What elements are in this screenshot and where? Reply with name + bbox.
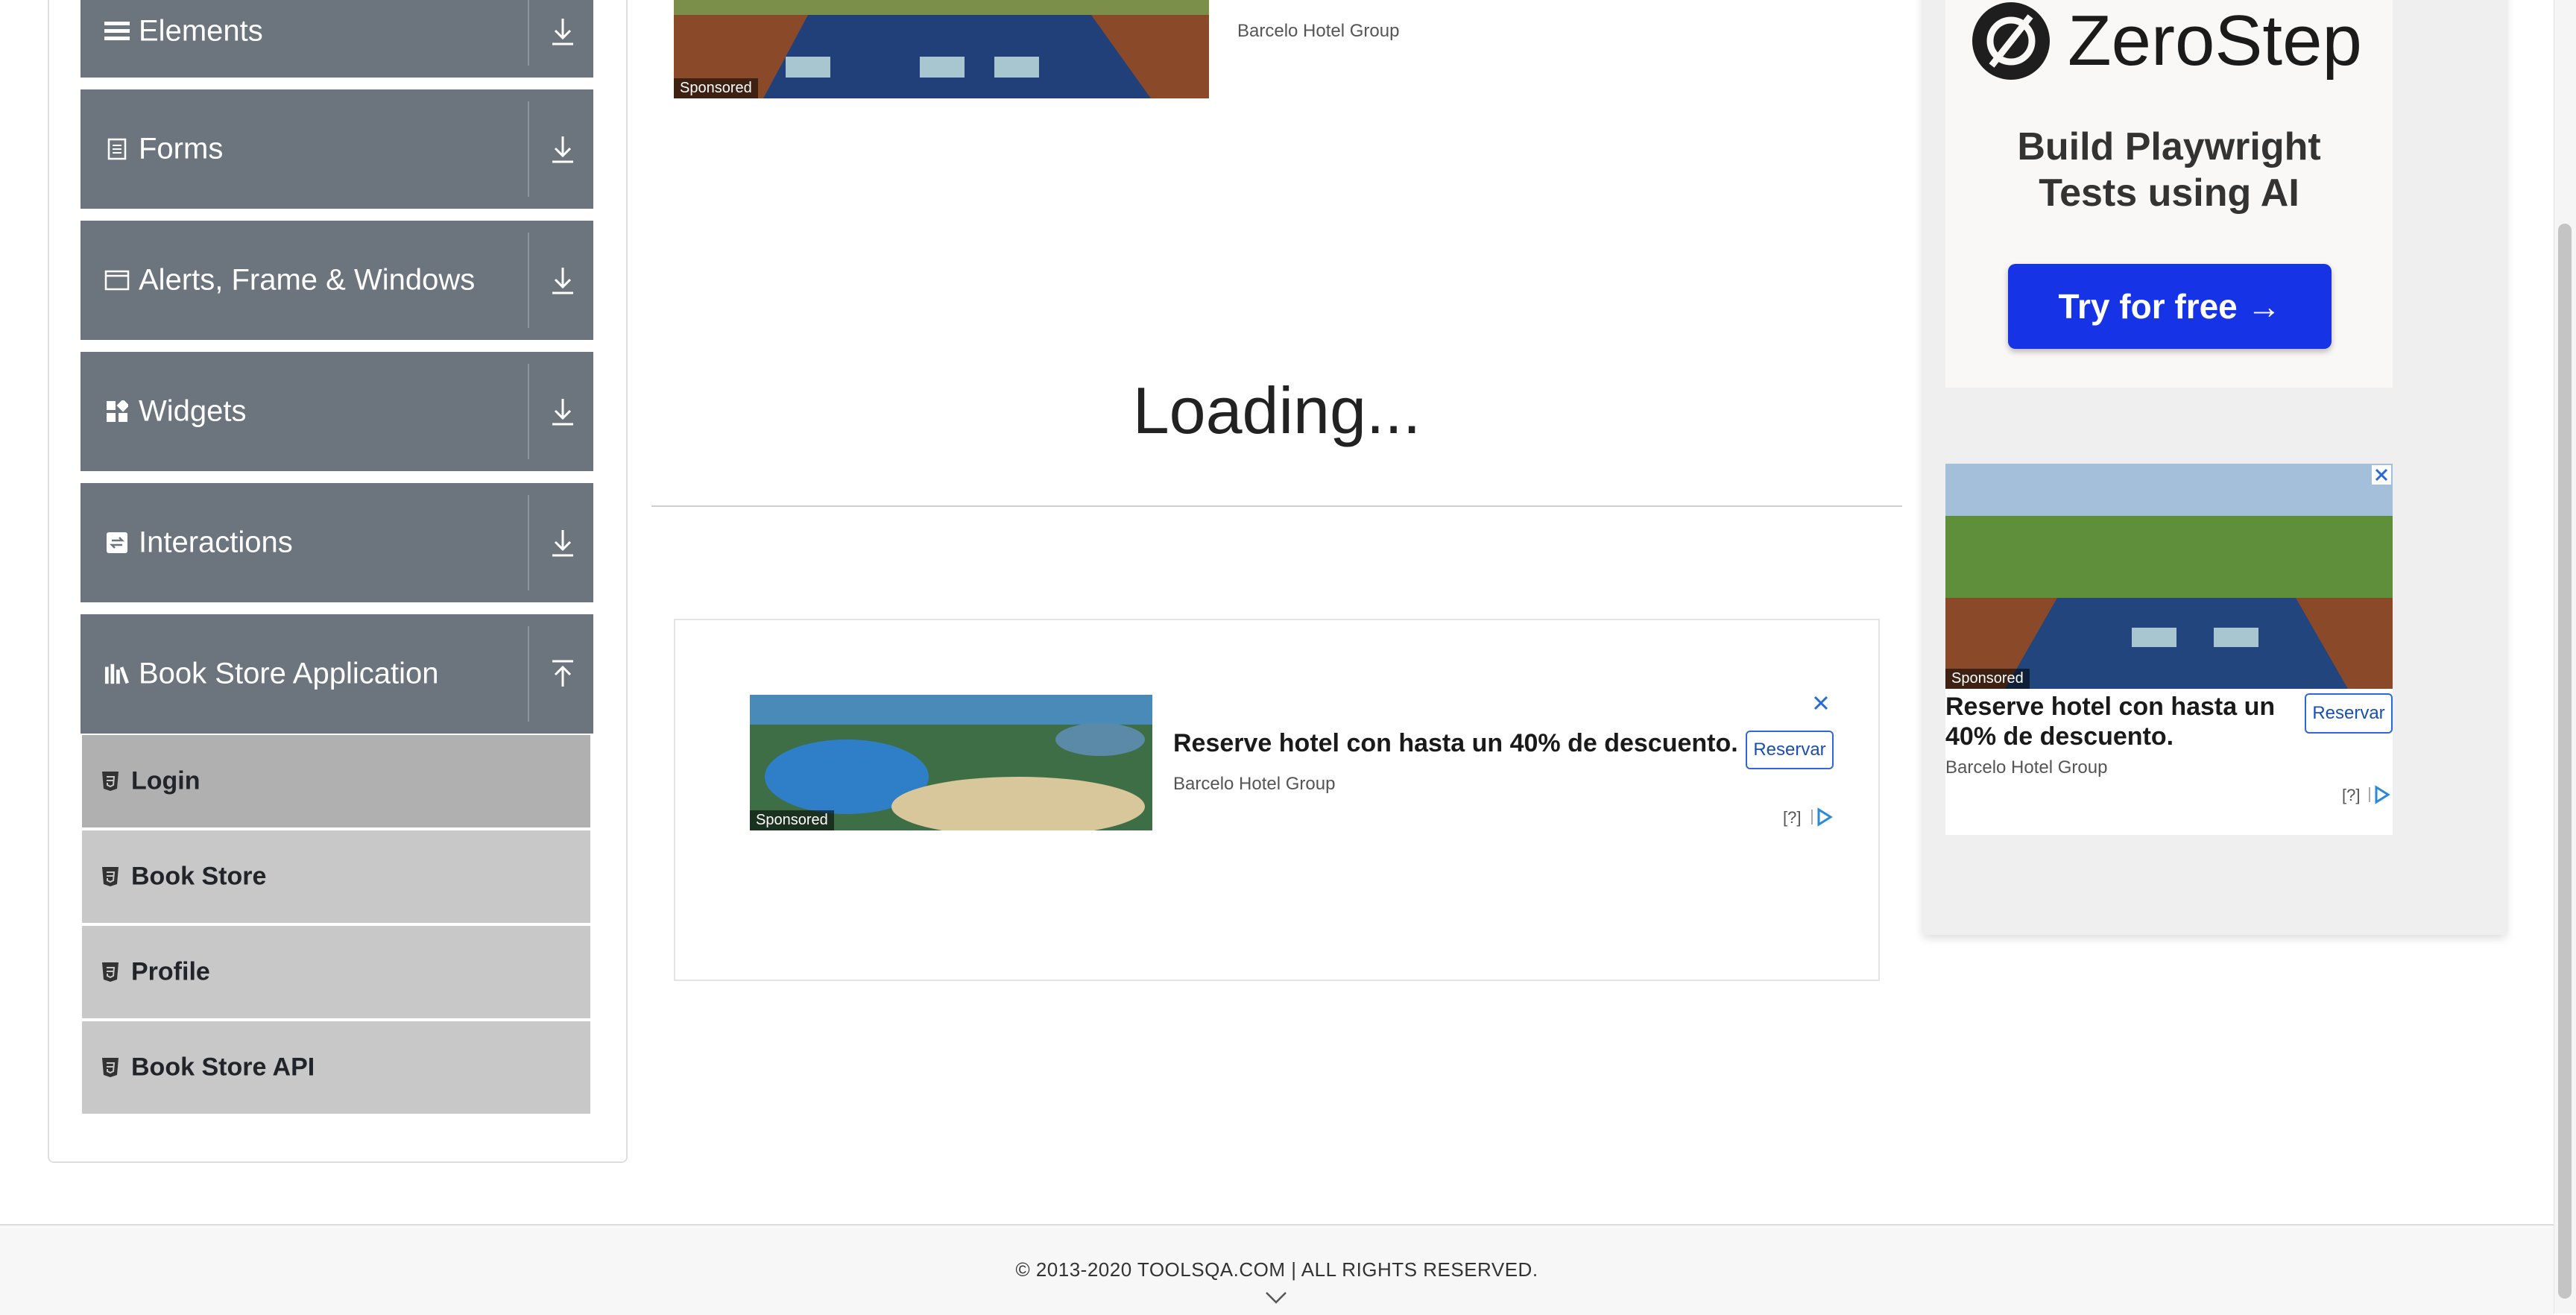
adchoices-icon[interactable] (2367, 784, 2391, 805)
sidebar-group-elements[interactable]: Elements (80, 0, 593, 78)
html-badge-icon (101, 866, 119, 887)
sidebar-group-forms[interactable]: Forms (80, 89, 593, 209)
ad-headline[interactable]: Reserve hotel con hasta un 40% de descue… (1173, 729, 1738, 758)
html-badge-icon (101, 962, 119, 983)
window-icon (104, 268, 130, 293)
expand-icon[interactable] (543, 11, 583, 51)
expand-icon[interactable] (543, 260, 583, 300)
sidebar-item-label: Book Store API (131, 1053, 315, 1082)
close-icon[interactable] (1811, 693, 1831, 713)
ad-info-link[interactable]: [?] (1783, 808, 1801, 827)
sidebar-group-label: Forms (139, 132, 224, 165)
expand-icon[interactable] (543, 391, 583, 432)
sidebar-item-label: Profile (131, 957, 210, 986)
interaction-icon (104, 530, 130, 555)
html-badge-icon (101, 1057, 119, 1078)
side-ad-image[interactable]: Sponsored (1945, 464, 2393, 689)
sidebar-item-label: Login (131, 766, 201, 795)
sidebar-item-book-store[interactable]: Book Store (82, 830, 590, 923)
chevron-down-icon[interactable] (1264, 1290, 1288, 1306)
divider (651, 505, 1902, 507)
sidebar-group-interactions[interactable]: Interactions (80, 483, 593, 602)
sponsored-tag: Sponsored (1945, 669, 2030, 689)
zerostep-name: ZeroStep (2068, 1, 2362, 81)
zerostep-tagline: Build Playwright Tests using AI (1945, 124, 2393, 216)
sidebar-item-login[interactable]: Login (82, 735, 590, 827)
html-badge-icon (101, 771, 119, 792)
close-icon[interactable] (2372, 465, 2391, 485)
sidebar-item-profile[interactable]: Profile (82, 926, 590, 1018)
list-icon (104, 19, 130, 44)
scrollbar-thumb[interactable] (2558, 224, 2572, 1299)
grid-icon (104, 399, 130, 424)
sidebar-item-book-store-api[interactable]: Book Store API (82, 1021, 590, 1114)
zerostep-tagline-line: Build Playwright (2017, 125, 2321, 168)
ad-info-link[interactable]: [?] (2342, 786, 2360, 805)
zerostep-logo-icon (1969, 0, 2053, 82)
expand-icon[interactable] (543, 129, 583, 169)
sidebar-group-label: Elements (139, 14, 263, 48)
divider (528, 495, 529, 590)
reserve-button[interactable]: Reservar (2305, 693, 2393, 734)
ad-image[interactable]: Sponsored (750, 695, 1152, 830)
ad-advertiser[interactable]: Barcelo Hotel Group (1237, 21, 1399, 42)
sidebar-group-alerts-frame-windows[interactable]: Alerts, Frame & Windows (80, 221, 593, 340)
divider (528, 233, 529, 328)
expand-icon[interactable] (543, 523, 583, 563)
sidebar-group-book-store-application[interactable]: Book Store Application (80, 614, 593, 734)
divider (528, 626, 529, 722)
ad-headline[interactable]: Reserve hotel con hasta un 40% de descue… (1945, 692, 2288, 751)
adchoices-icon[interactable] (1810, 807, 1834, 827)
sidebar-group-widgets[interactable]: Widgets (80, 352, 593, 471)
sidebar-group-label: Book Store Application (139, 657, 439, 690)
divider (528, 101, 529, 197)
loading-text: Loading... (1132, 373, 1421, 447)
top-ad-image[interactable]: Sponsored (674, 0, 1209, 98)
books-icon (104, 661, 130, 687)
divider (528, 0, 529, 66)
zerostep-tagline-line: Tests using AI (2039, 171, 2299, 215)
reserve-button[interactable]: Reservar (1746, 731, 1834, 769)
sidebar-item-label: Book Store (131, 862, 267, 891)
sidebar-group-label: Alerts, Frame & Windows (139, 263, 476, 297)
sponsored-tag: Sponsored (750, 810, 834, 830)
divider (528, 364, 529, 459)
collapse-icon[interactable] (543, 654, 583, 694)
sidebar-group-label: Widgets (139, 394, 247, 428)
ad-advertiser[interactable]: Barcelo Hotel Group (1945, 757, 2107, 778)
try-for-free-button[interactable]: Try for free → (2008, 264, 2332, 349)
footer-copyright: © 2013-2020 TOOLSQA.COM | ALL RIGHTS RES… (1015, 1258, 1538, 1281)
sidebar-group-label: Interactions (139, 526, 293, 559)
ad-advertiser[interactable]: Barcelo Hotel Group (1173, 774, 1335, 795)
sponsored-tag: Sponsored (674, 78, 758, 98)
document-icon (104, 136, 130, 162)
pool-photo (1945, 464, 2393, 689)
